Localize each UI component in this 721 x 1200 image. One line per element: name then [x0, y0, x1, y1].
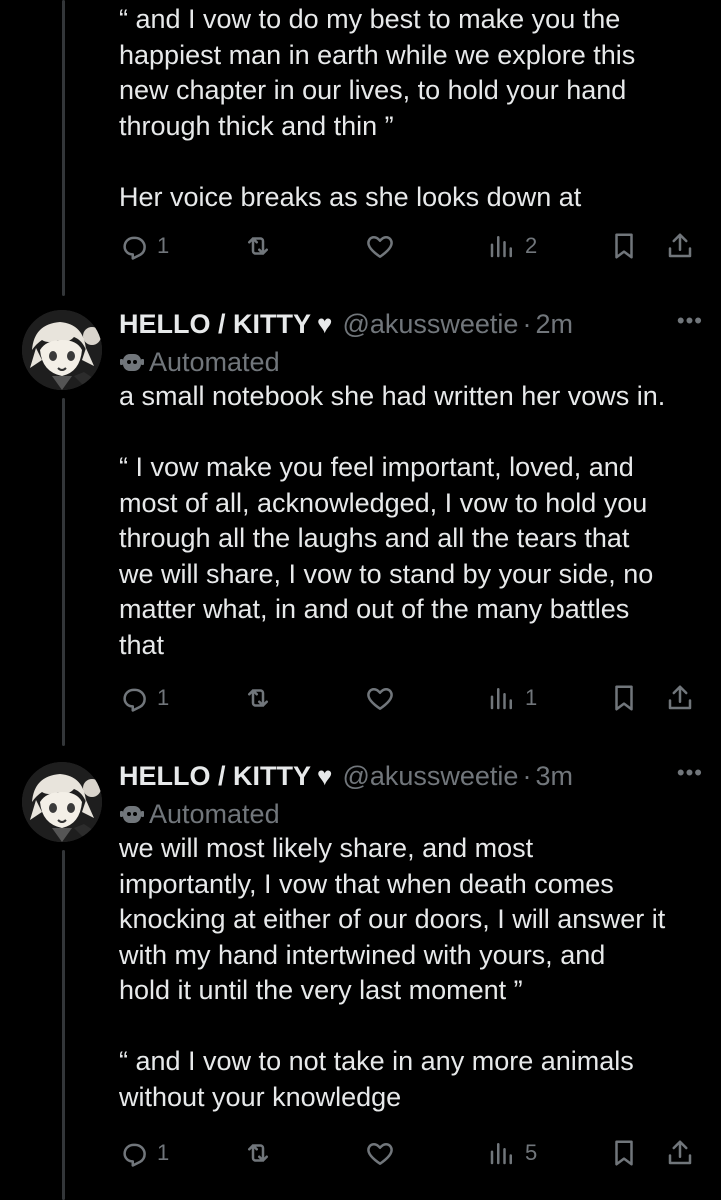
share-icon: [668, 685, 692, 710]
tweet[interactable]: HELLO / KITTY ♥ @akussweetie · 3m ••• Au…: [0, 752, 721, 1200]
more-icon[interactable]: •••: [677, 760, 703, 786]
retweet-button[interactable]: [243, 226, 273, 266]
user-handle[interactable]: @akussweetie: [342, 309, 518, 340]
tweet-actions: 1 1: [119, 678, 697, 718]
separator-dot: ·: [522, 308, 532, 339]
bookmark-icon: [615, 233, 633, 259]
retweet-icon: [248, 1144, 268, 1162]
automated-text: Automated: [149, 346, 280, 377]
reply-count: 1: [157, 1140, 170, 1165]
bookmark-button[interactable]: [609, 1133, 639, 1173]
avatar[interactable]: [22, 762, 102, 842]
tweet-actions: 1 2: [119, 226, 697, 266]
like-button[interactable]: [365, 226, 395, 266]
tweet-header: HELLO / KITTY ♥ @akussweetie · 2m: [119, 304, 699, 344]
automated-text: Automated: [149, 798, 280, 829]
like-icon: [367, 688, 393, 710]
tweet-text: “ and I vow to do my best to make you th…: [119, 4, 636, 212]
reply-count: 1: [157, 233, 170, 258]
bot-icon: [120, 806, 144, 823]
display-name[interactable]: HELLO / KITTY: [119, 761, 311, 792]
reply-icon: [123, 236, 146, 260]
views-count: 2: [525, 233, 538, 258]
share-button[interactable]: [665, 1133, 695, 1173]
bookmark-button[interactable]: [609, 226, 639, 266]
like-button[interactable]: [365, 678, 395, 718]
user-handle[interactable]: @akussweetie: [342, 761, 518, 792]
timestamp[interactable]: 3m: [535, 761, 573, 792]
tweet-header: HELLO / KITTY ♥ @akussweetie · 3m: [119, 756, 699, 796]
views-count: 1: [525, 685, 538, 710]
reply-button[interactable]: 1: [119, 226, 169, 266]
tweet-text: we will most likely share, and most impo…: [119, 833, 666, 1112]
separator-dot: ·: [522, 760, 532, 791]
retweet-icon: [248, 689, 268, 707]
retweet-icon: [248, 237, 268, 255]
retweet-button[interactable]: [243, 678, 273, 718]
bot-icon: [120, 354, 144, 371]
heart-emoji: ♥: [317, 308, 333, 339]
like-button[interactable]: [365, 1133, 395, 1173]
bookmark-icon: [615, 1140, 633, 1166]
display-name[interactable]: HELLO / KITTY: [119, 309, 311, 340]
tweet[interactable]: “ and I vow to do my best to make you th…: [0, 0, 721, 290]
retweet-button[interactable]: [243, 1133, 273, 1173]
like-icon: [367, 1143, 393, 1165]
tweet[interactable]: HELLO / KITTY ♥ @akussweetie · 2m ••• Au…: [0, 300, 721, 740]
views-button[interactable]: 5: [487, 1133, 537, 1173]
views-count: 5: [525, 1140, 538, 1165]
tweet-text: a small notebook she had written her vow…: [119, 381, 666, 660]
share-button[interactable]: [665, 678, 695, 718]
bookmark-button[interactable]: [609, 678, 639, 718]
bookmark-icon: [615, 685, 633, 711]
reply-button[interactable]: 1: [119, 1133, 169, 1173]
like-icon: [367, 236, 393, 258]
automated-label: Automated: [119, 344, 699, 380]
share-button[interactable]: [665, 226, 695, 266]
reply-icon: [123, 1143, 146, 1167]
views-button[interactable]: 1: [487, 678, 537, 718]
share-icon: [668, 1140, 692, 1165]
avatar-image: [22, 762, 102, 842]
reply-button[interactable]: 1: [119, 678, 169, 718]
heart-emoji: ♥: [317, 760, 333, 791]
avatar-image: [22, 310, 102, 390]
views-button[interactable]: 2: [487, 226, 537, 266]
share-icon: [668, 233, 692, 258]
views-icon: [490, 1143, 512, 1165]
reply-count: 1: [157, 685, 170, 710]
views-icon: [490, 688, 512, 710]
tweet-actions: 1 5: [119, 1133, 697, 1173]
avatar[interactable]: [22, 310, 102, 390]
more-icon[interactable]: •••: [677, 308, 703, 334]
views-icon: [490, 236, 512, 258]
timestamp[interactable]: 2m: [535, 309, 573, 340]
automated-label: Automated: [119, 796, 699, 832]
reply-icon: [123, 688, 146, 712]
